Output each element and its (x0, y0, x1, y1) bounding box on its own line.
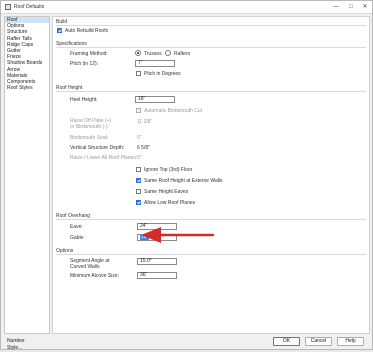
same-height-eaves-label: Same Height Eaves (144, 189, 189, 195)
options-divider (56, 254, 366, 255)
app-icon (5, 4, 11, 10)
ignore-top-floor-checkbox[interactable] (136, 167, 141, 172)
build-divider (56, 25, 366, 26)
title-bar: Roof Defaults — □ ✕ (1, 1, 372, 14)
window-title: Roof Defaults (14, 4, 45, 10)
trusses-radio[interactable] (135, 50, 141, 56)
auto-birdsmouth-label: Automatic Birdsmouth Cut (144, 108, 203, 114)
eave-label: Eave: (70, 224, 83, 230)
number-style-button[interactable]: Number Style... (4, 337, 42, 351)
roof-overhang-divider (56, 219, 366, 220)
arrow-head (141, 227, 161, 243)
vertical-structure-depth-value: 6 5/8" (137, 145, 150, 151)
pitch-input[interactable]: 7" (135, 60, 175, 67)
ok-button[interactable]: OK (273, 337, 300, 346)
roof-settings-panel: Build Auto Rebuild Roofs Specifications … (52, 16, 370, 334)
minimize-button[interactable]: — (329, 2, 343, 12)
auto-rebuild-checkbox[interactable] (57, 28, 62, 33)
min-alcove-input[interactable]: 36" (137, 272, 177, 279)
framing-method-label: Framing Method: (70, 51, 108, 57)
maximize-button[interactable]: □ (344, 2, 358, 12)
auto-birdsmouth-checkbox[interactable] (136, 108, 141, 113)
heel-height-label: Heel Height: (70, 97, 98, 103)
allow-low-roof-planes-label: Allow Low Roof Planes (144, 200, 196, 206)
rafters-radio[interactable] (165, 50, 171, 56)
heel-height-input[interactable]: 18" (135, 96, 175, 103)
vertical-structure-depth-label: Vertical Structure Depth: (70, 145, 125, 151)
ignore-top-floor-label: Ignore Top (3rd) Floor (144, 167, 193, 173)
birdsmouth-seat-label: Birdsmouth Seat: (70, 135, 109, 141)
roof-height-divider (56, 91, 366, 92)
pitch-label: Pitch (in 12): (70, 61, 99, 67)
min-alcove-label: Minimum Alcove Size: (70, 273, 119, 279)
raise-lower-all-value: 0" (137, 155, 142, 161)
raise-off-plate-value: 11 3/8" (137, 119, 153, 125)
birdsmouth-seat-value: 0" (137, 135, 142, 141)
gable-label: Gable: (70, 235, 85, 241)
raise-lower-all-label: Raise / Lower All Roof Planes: (70, 155, 138, 161)
pitch-in-degrees-label: Pitch in Degrees (144, 71, 181, 77)
same-height-eaves-checkbox[interactable] (136, 189, 141, 194)
annotation-arrow-icon (141, 227, 215, 243)
segment-angle-label: Segment Angle at Curved Walls (70, 258, 110, 270)
specifications-divider (56, 47, 366, 48)
cancel-button[interactable]: Cancel (305, 337, 332, 346)
close-button[interactable]: ✕ (358, 2, 372, 12)
pitch-in-degrees-checkbox[interactable] (136, 71, 141, 76)
rafters-label: Rafters (174, 51, 191, 57)
raise-off-plate-label: Raise Off Plate (+) or Birdsmouth (-): (70, 118, 112, 130)
help-button[interactable]: Help (337, 337, 364, 346)
category-sidebar: Roof Options Structure Rafter Tails Ridg… (4, 16, 50, 334)
trusses-label: Trusses (144, 51, 162, 57)
roof-defaults-dialog: Roof Defaults — □ ✕ Roof Options Structu… (0, 0, 373, 351)
sidebar-item-roof-styles[interactable]: Roof Styles (5, 85, 49, 91)
same-roof-height-label: Same Roof Height at Exterior Walls (144, 178, 223, 184)
segment-angle-input[interactable]: 15.0° (137, 258, 177, 265)
same-roof-height-checkbox[interactable] (136, 178, 141, 183)
allow-low-roof-planes-checkbox[interactable] (136, 200, 141, 205)
auto-rebuild-label: Auto Rebuild Roofs (65, 28, 109, 34)
